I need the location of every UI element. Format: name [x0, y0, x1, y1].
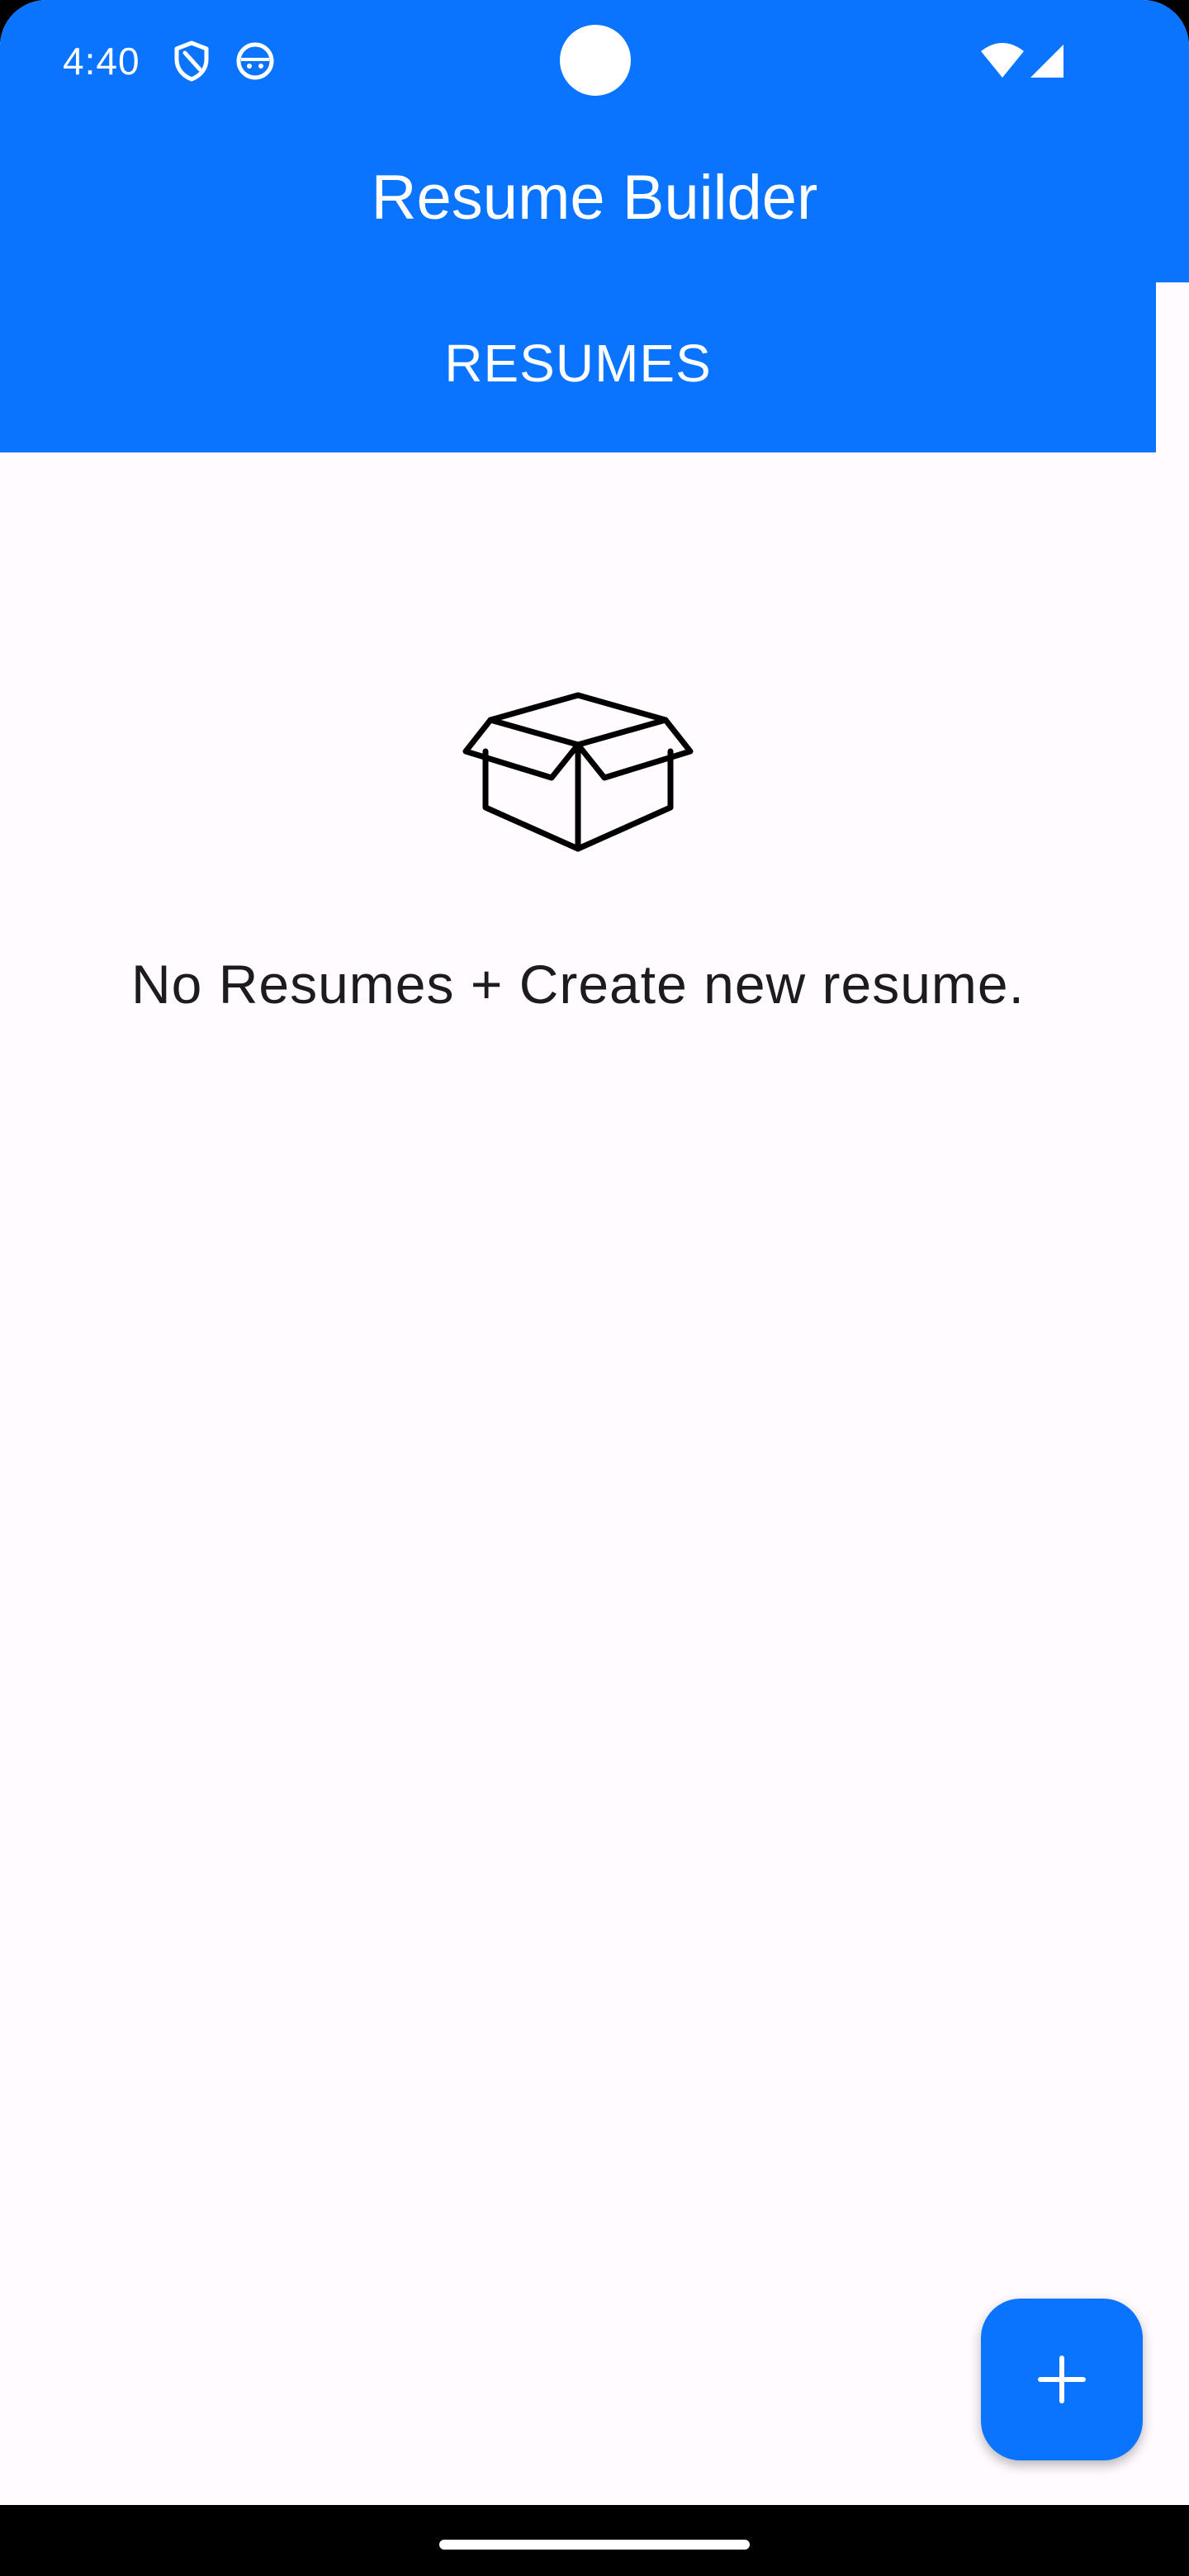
wifi-icon: [981, 43, 1024, 78]
shield-icon: [174, 40, 209, 82]
app-title: Resume Builder: [371, 163, 818, 233]
cellular-signal-icon: [1030, 45, 1063, 78]
navigation-bar: [0, 2505, 1189, 2576]
status-bar: 4:40: [0, 0, 1189, 124]
empty-state-message: No Resumes + Create new resume.: [131, 954, 1025, 1015]
add-resume-button[interactable]: [981, 2299, 1143, 2460]
android-face-icon: [236, 42, 274, 80]
app-screen: 4:40 Resume Builder RESUMES No Resumes +…: [0, 0, 1189, 2576]
front-camera: [560, 25, 631, 96]
open-box-icon: [462, 692, 694, 852]
tab-resumes[interactable]: RESUMES: [0, 329, 1156, 398]
home-gesture-handle[interactable]: [439, 2540, 750, 2550]
status-time: 4:40: [63, 40, 140, 83]
plus-icon: [1038, 2356, 1086, 2403]
